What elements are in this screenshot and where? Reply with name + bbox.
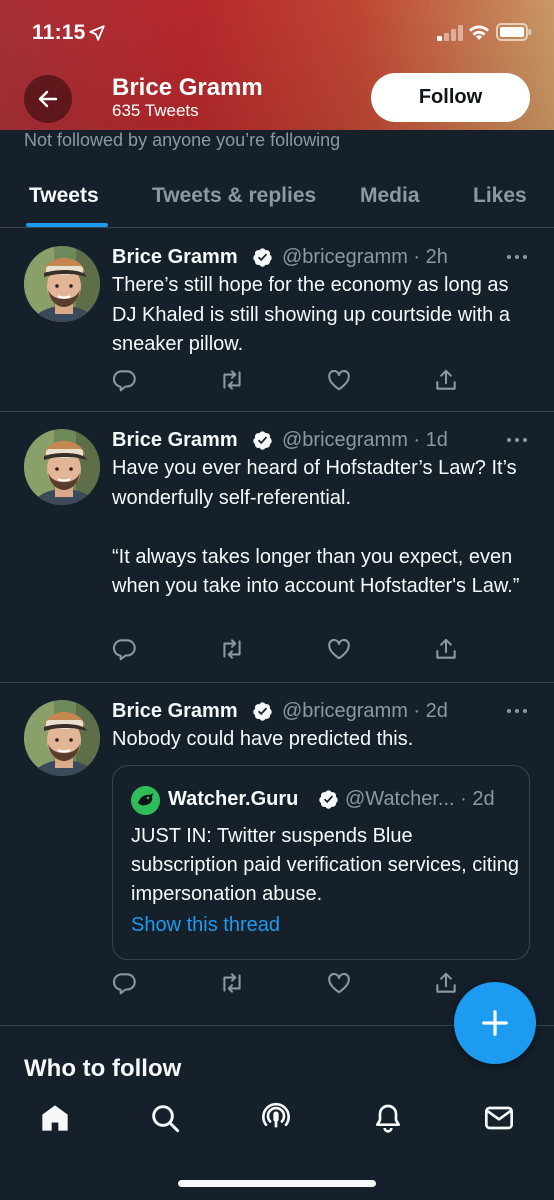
quoted-author-avatar <box>131 786 160 815</box>
verified-badge-icon <box>318 789 339 810</box>
tab-tweets-and-replies[interactable]: Tweets & replies <box>152 184 316 208</box>
back-button[interactable] <box>24 75 72 123</box>
tweet-handle-time: @bricegramm · 1d <box>282 429 448 451</box>
more-options-icon[interactable] <box>505 707 529 715</box>
verified-badge-icon <box>252 430 273 451</box>
verified-badge-icon <box>252 701 273 722</box>
bottom-navigation <box>0 1090 554 1200</box>
profile-name: Brice Gramm <box>112 74 263 101</box>
quoted-author-name: Watcher.Guru <box>168 788 299 810</box>
profile-tabs: Tweets Tweets & replies Media Likes <box>0 168 554 228</box>
more-options-icon[interactable] <box>505 436 529 444</box>
like-icon[interactable] <box>326 970 352 996</box>
spaces-icon[interactable] <box>260 1102 292 1134</box>
active-tab-indicator <box>26 223 108 227</box>
status-time: 11:15 <box>32 21 86 44</box>
tweet-author-name[interactable]: Brice Gramm <box>112 429 238 452</box>
share-icon[interactable] <box>433 636 459 662</box>
verified-badge-icon <box>252 247 273 268</box>
messages-icon[interactable] <box>483 1102 515 1134</box>
cellular-signal-icon <box>437 25 463 41</box>
tab-likes[interactable]: Likes <box>473 184 527 208</box>
reply-icon[interactable] <box>112 367 138 393</box>
status-bar: 11:15 <box>0 0 554 62</box>
search-icon[interactable] <box>149 1102 181 1134</box>
tab-media[interactable]: Media <box>360 184 420 208</box>
battery-icon <box>496 23 531 41</box>
tweet[interactable]: Brice Gramm @bricegramm · 1d Have you ev… <box>0 412 554 683</box>
tweet-handle-time: @bricegramm · 2h <box>282 246 448 268</box>
tweet-count: 635 Tweets <box>112 101 199 120</box>
home-indicator <box>178 1180 376 1187</box>
retweet-icon[interactable] <box>219 367 245 393</box>
followed-by-note: Not followed by anyone you’re following <box>24 130 341 150</box>
follow-button[interactable]: Follow <box>371 73 530 122</box>
location-arrow-icon <box>89 25 105 41</box>
avatar[interactable] <box>24 700 100 776</box>
like-icon[interactable] <box>326 636 352 662</box>
share-icon[interactable] <box>433 970 459 996</box>
profile-header-banner: 11:15 Brice Gramm 635 Tweets Follow <box>0 0 554 130</box>
tweet-text: Nobody could have predicted this. <box>112 728 414 750</box>
notifications-icon[interactable] <box>372 1102 404 1134</box>
quoted-tweet-text: JUST IN: Twitter suspends Blue subscript… <box>131 825 519 905</box>
compose-tweet-button[interactable] <box>454 982 536 1064</box>
home-icon[interactable] <box>39 1102 71 1134</box>
tweet-handle-time: @bricegramm · 2d <box>282 700 448 722</box>
quoted-tweet-card[interactable]: Watcher.Guru @Watcher... · 2d JUST IN: T… <box>112 765 530 960</box>
tab-tweets[interactable]: Tweets <box>29 184 99 208</box>
wifi-icon <box>469 25 489 40</box>
tweet-author-name[interactable]: Brice Gramm <box>112 246 238 269</box>
retweet-icon[interactable] <box>219 970 245 996</box>
avatar[interactable] <box>24 429 100 505</box>
reply-icon[interactable] <box>112 636 138 662</box>
share-icon[interactable] <box>433 367 459 393</box>
show-thread-link[interactable]: Show this thread <box>131 914 280 937</box>
arrow-left-icon <box>38 90 58 108</box>
like-icon[interactable] <box>326 367 352 393</box>
tweet-text: Have you ever heard of Hofstadter’s Law?… <box>112 457 520 597</box>
tweet[interactable]: Brice Gramm @bricegramm · 2d Nobody coul… <box>0 683 554 1026</box>
retweet-icon[interactable] <box>219 636 245 662</box>
more-options-icon[interactable] <box>505 253 529 261</box>
tweet-text: There’s still hope for the economy as lo… <box>112 274 510 355</box>
plus-icon <box>482 1010 508 1036</box>
avatar[interactable] <box>24 246 100 322</box>
quoted-handle-time: @Watcher... · 2d <box>345 788 495 810</box>
reply-icon[interactable] <box>112 970 138 996</box>
tweet[interactable]: Brice Gramm @bricegramm · 2h There’s sti… <box>0 229 554 412</box>
who-to-follow-heading: Who to follow <box>24 1055 182 1082</box>
tweet-author-name[interactable]: Brice Gramm <box>112 700 238 723</box>
